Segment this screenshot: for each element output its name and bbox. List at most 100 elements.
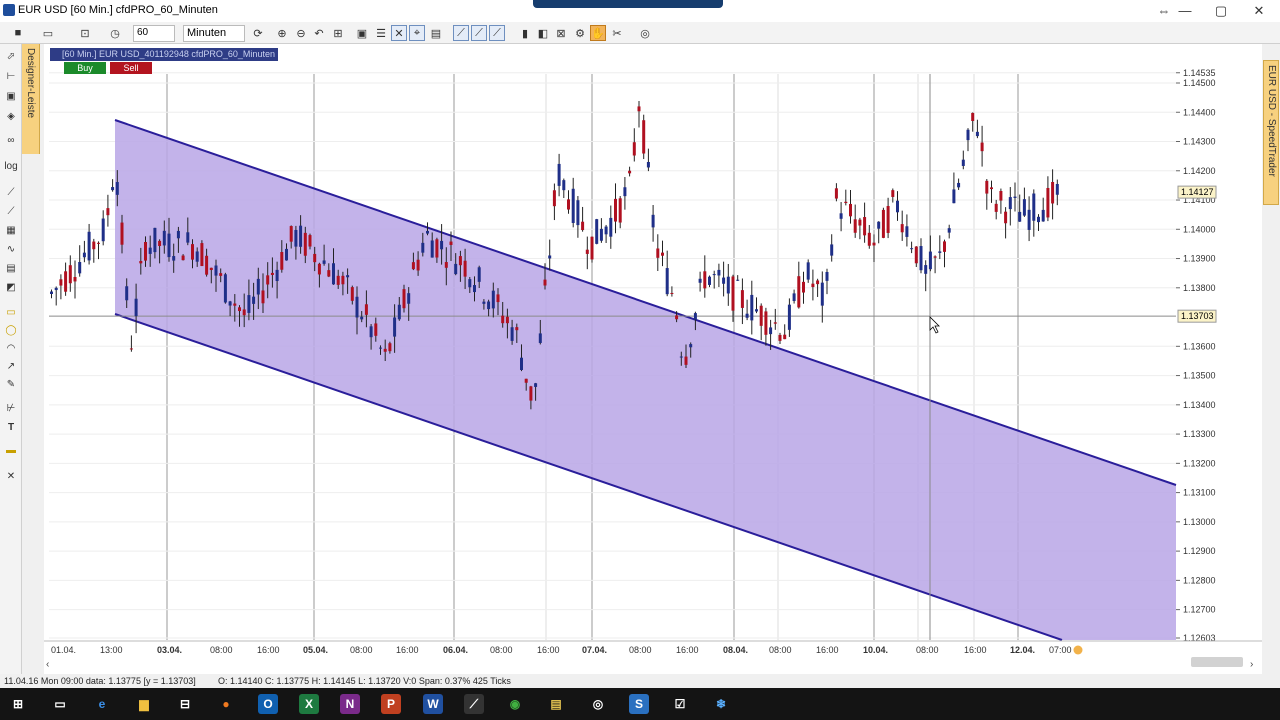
radio-icon[interactable]: ◎ (637, 25, 653, 41)
word-icon[interactable]: W (423, 694, 443, 714)
close-button[interactable]: ✕ (1241, 0, 1277, 22)
channel-icon[interactable]: ⟋ (471, 25, 487, 41)
chrome-icon[interactable]: ◉ (505, 694, 525, 714)
candle-body (614, 198, 617, 222)
green-tool-icon[interactable]: ◩ (3, 281, 19, 295)
pointer-icon[interactable]: ⬀ (3, 50, 19, 64)
arrow-tool-icon[interactable]: ↗ (3, 360, 19, 374)
maximize-button[interactable]: ▢ (1203, 0, 1239, 22)
period-input[interactable]: 60 (133, 25, 175, 42)
candle-body (458, 256, 462, 266)
price-axis-label: 1.13100 (1183, 488, 1216, 498)
binoculars-icon[interactable]: ∞ (3, 134, 19, 148)
candle-body (750, 294, 754, 321)
candle-body (491, 290, 495, 309)
pencil-tool-icon[interactable]: ✎ (3, 378, 19, 392)
window-icon[interactable]: ▣ (354, 25, 370, 41)
candle-body (463, 260, 467, 277)
outlook-icon[interactable]: O (258, 694, 278, 714)
windows-start-icon[interactable]: ⊞ (8, 694, 28, 714)
ray-tool-icon[interactable]: ⟋ (3, 205, 19, 219)
grid-icon[interactable]: ⊠ (553, 25, 569, 41)
store-icon[interactable]: ⊟ (175, 694, 195, 714)
designer-panel-tab[interactable]: Designer-Leiste (22, 44, 40, 154)
candle-body (228, 301, 232, 306)
wave-tool-icon[interactable]: ∿ (3, 243, 19, 257)
fit-icon[interactable]: ⊞ (330, 25, 346, 41)
minimize-button[interactable]: — (1167, 0, 1203, 22)
skype-icon[interactable]: S (629, 694, 649, 714)
excel-icon[interactable]: X (299, 694, 319, 714)
fibonacci-icon[interactable]: ⟋ (489, 25, 505, 41)
line-tool-icon[interactable]: ⟋ (3, 186, 19, 200)
snowflake-icon[interactable]: ❄ (711, 694, 731, 714)
candle-body (552, 190, 556, 207)
candle-body (444, 262, 448, 268)
task-view-icon[interactable]: ▭ (50, 694, 70, 714)
edge-icon[interactable]: e (92, 694, 112, 714)
save-icon[interactable]: ■ (10, 25, 26, 41)
select-icon[interactable]: ▣ (3, 90, 19, 104)
clock-icon[interactable]: ◷ (107, 25, 123, 41)
candle-body (637, 106, 641, 112)
file-explorer-icon[interactable]: ▆ (134, 694, 154, 714)
trading-app-icon[interactable]: ⟋ (464, 694, 484, 714)
settings-icon[interactable]: ⚙ (572, 25, 588, 41)
candle-body (670, 292, 674, 294)
bars-icon[interactable]: ▮ (517, 25, 533, 41)
zoom-in-icon[interactable]: ⊕ (274, 25, 290, 41)
price-axis-label: 1.13600 (1183, 341, 1216, 351)
text-tool-icon[interactable]: T (3, 421, 19, 435)
hand-icon[interactable]: ✋ (590, 25, 606, 41)
onenote-icon[interactable]: N (340, 694, 360, 714)
frame-icon[interactable]: ⊡ (77, 25, 93, 41)
trendline-icon[interactable]: ⟋ (453, 25, 469, 41)
candle-body (510, 327, 514, 341)
arc-tool-icon[interactable]: ◠ (3, 342, 19, 356)
crosshair-icon[interactable]: ✕ (391, 25, 407, 41)
candle-body (919, 246, 923, 271)
candle-body (223, 274, 227, 303)
buy-button[interactable]: Buy (64, 62, 106, 74)
undo-icon[interactable]: ↶ (311, 25, 327, 41)
candle-body (129, 348, 133, 350)
candles-icon[interactable]: ◧ (535, 25, 551, 41)
horizontal-scrollbar-thumb[interactable] (1191, 657, 1243, 667)
price-chart[interactable]: 1.145351.14500 1.14400 1.14300 1.14200 1.141… (44, 44, 1262, 674)
tools-icon[interactable]: ✂ (609, 25, 625, 41)
rectangle-tool-icon[interactable]: ▭ (3, 306, 19, 320)
speedtrader-panel-tab[interactable]: EUR USD - SpeedTrader (1263, 60, 1279, 205)
open-folder-icon[interactable]: ▭ (40, 25, 56, 41)
candle-body (115, 182, 119, 195)
ellipse-tool-icon[interactable]: ◯ (3, 324, 19, 338)
firefox-icon[interactable]: ● (216, 694, 236, 714)
app-circle-icon[interactable]: ◎ (588, 694, 608, 714)
scroll-left-arrow: ‹ (46, 659, 49, 670)
chart-tool-icon[interactable]: ▦ (3, 224, 19, 238)
chart-area[interactable]: 1.14535 1.14500 1.14400 1.14300 1.14200 1.141… (44, 44, 1262, 674)
measure-icon[interactable]: ⊢ (3, 70, 19, 84)
candle-body (388, 343, 392, 352)
zoom-out-icon[interactable]: ⊖ (293, 25, 309, 41)
log-scale-icon[interactable]: log (3, 160, 19, 174)
candle-body (971, 112, 975, 122)
time-axis-label: 16:00 (257, 645, 280, 655)
files-icon[interactable]: ▤ (546, 694, 566, 714)
candle-body (191, 244, 194, 260)
list-icon[interactable]: ☰ (373, 25, 389, 41)
candle-body (853, 219, 857, 233)
bracket-tool-icon[interactable]: ⊬ (3, 402, 19, 416)
cursor-icon[interactable]: ⌖ (409, 25, 425, 41)
candle-body (120, 222, 124, 245)
unit-select[interactable]: Minuten (183, 25, 245, 42)
fib-tool-icon[interactable]: ▤ (3, 262, 19, 276)
ruler-tool-icon[interactable]: ▬ (3, 444, 19, 458)
powerpoint-icon[interactable]: P (381, 694, 401, 714)
delete-tool-icon[interactable]: ✕ (3, 470, 19, 484)
layers-icon[interactable]: ◈ (3, 110, 19, 124)
refresh-icon[interactable]: ⟳ (250, 25, 266, 41)
tasks-icon[interactable]: ☑ (670, 694, 690, 714)
sell-button[interactable]: Sell (110, 62, 152, 74)
export-icon[interactable]: ▤ (428, 25, 444, 41)
candle-body (73, 277, 77, 282)
